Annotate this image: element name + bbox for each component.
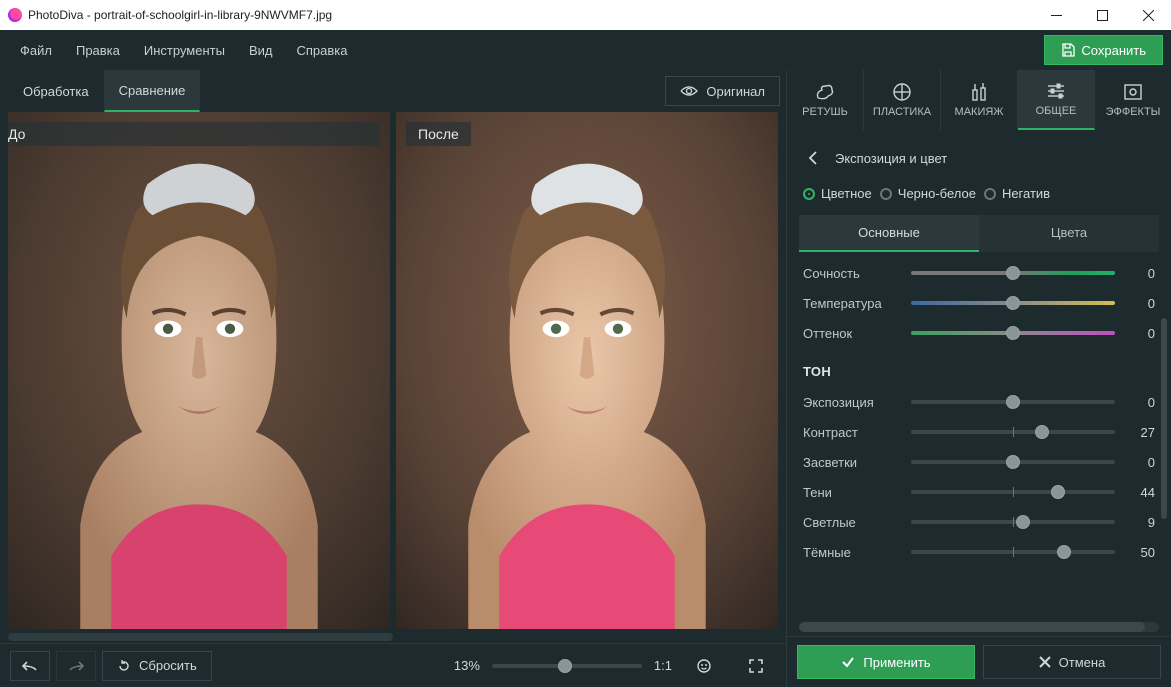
tab-effects[interactable]: ЭФФЕКТЫ: [1095, 70, 1171, 130]
subtab-colors[interactable]: Цвета: [979, 215, 1159, 252]
panel-title: Экспозиция и цвет: [835, 151, 947, 166]
slider-exposure[interactable]: Экспозиция0: [803, 387, 1155, 417]
app-logo: [8, 8, 22, 22]
radio-bw[interactable]: Черно-белое: [880, 186, 976, 201]
cancel-button[interactable]: Отмена: [983, 645, 1161, 679]
face-fit-button[interactable]: [684, 651, 724, 681]
menu-view[interactable]: Вид: [237, 37, 285, 64]
plastic-icon: [891, 82, 913, 102]
close-button[interactable]: [1125, 0, 1171, 30]
menu-file[interactable]: Файл: [8, 37, 64, 64]
check-icon: [841, 656, 855, 668]
before-pane[interactable]: До: [8, 112, 390, 629]
menu-tools[interactable]: Инструменты: [132, 37, 237, 64]
close-icon: [1039, 656, 1051, 668]
after-photo: [396, 112, 778, 629]
tab-compare[interactable]: Сравнение: [104, 70, 201, 112]
tab-general[interactable]: ОБЩЕЕ: [1018, 70, 1095, 130]
after-badge: После: [406, 122, 471, 146]
tab-makeup[interactable]: МАКИЯЖ: [941, 70, 1018, 130]
before-photo: [8, 112, 390, 629]
fit-11-button[interactable]: 1:1: [654, 658, 672, 673]
section-tone: ТОН: [803, 348, 1155, 387]
tab-retouch[interactable]: РЕТУШЬ: [787, 70, 864, 130]
face-icon: [696, 658, 712, 674]
radio-negative[interactable]: Негатив: [984, 186, 1050, 201]
slider-highlights[interactable]: Засветки0: [803, 447, 1155, 477]
slider-temperature[interactable]: Температура0: [803, 288, 1155, 318]
apply-button[interactable]: Применить: [797, 645, 975, 679]
original-button[interactable]: Оригинал: [665, 76, 780, 106]
panel-vscroll[interactable]: [1161, 252, 1167, 618]
after-pane[interactable]: После: [396, 112, 778, 629]
slider-saturation[interactable]: Сочность0: [803, 258, 1155, 288]
slider-whites[interactable]: Светлые9: [803, 507, 1155, 537]
slider-blacks[interactable]: Тёмные50: [803, 537, 1155, 567]
subtab-main[interactable]: Основные: [799, 215, 979, 252]
fullscreen-button[interactable]: [736, 651, 776, 681]
slider-shadows[interactable]: Тени44: [803, 477, 1155, 507]
expand-icon: [748, 658, 764, 674]
save-icon: [1061, 43, 1075, 57]
zoom-slider[interactable]: [492, 664, 642, 668]
minimize-button[interactable]: [1033, 0, 1079, 30]
chevron-left-icon: [808, 151, 818, 165]
panel-hscroll[interactable]: [799, 622, 1159, 632]
menu-help[interactable]: Справка: [284, 37, 359, 64]
reset-icon: [117, 659, 131, 673]
undo-icon: [21, 660, 39, 672]
menu-edit[interactable]: Правка: [64, 37, 132, 64]
tab-process[interactable]: Обработка: [8, 70, 104, 112]
redo-icon: [67, 660, 85, 672]
image-hscroll[interactable]: [8, 631, 778, 643]
maximize-button[interactable]: [1079, 0, 1125, 30]
reset-button[interactable]: Сбросить: [102, 651, 212, 681]
save-button[interactable]: Сохранить: [1044, 35, 1163, 65]
retouch-icon: [814, 82, 836, 102]
undo-button[interactable]: [10, 651, 50, 681]
window-title: PhotoDiva - portrait-of-schoolgirl-in-li…: [28, 8, 332, 22]
sliders-icon: [1045, 81, 1067, 101]
makeup-icon: [968, 82, 990, 102]
zoom-value: 13%: [454, 658, 480, 673]
tab-plastic[interactable]: ПЛАСТИКА: [864, 70, 941, 130]
back-button[interactable]: [803, 148, 823, 168]
effects-icon: [1122, 82, 1144, 102]
radio-color[interactable]: Цветное: [803, 186, 872, 201]
slider-tint[interactable]: Оттенок0: [803, 318, 1155, 348]
before-badge: До: [8, 122, 380, 146]
eye-icon: [680, 85, 698, 97]
redo-button[interactable]: [56, 651, 96, 681]
slider-contrast[interactable]: Контраст27: [803, 417, 1155, 447]
